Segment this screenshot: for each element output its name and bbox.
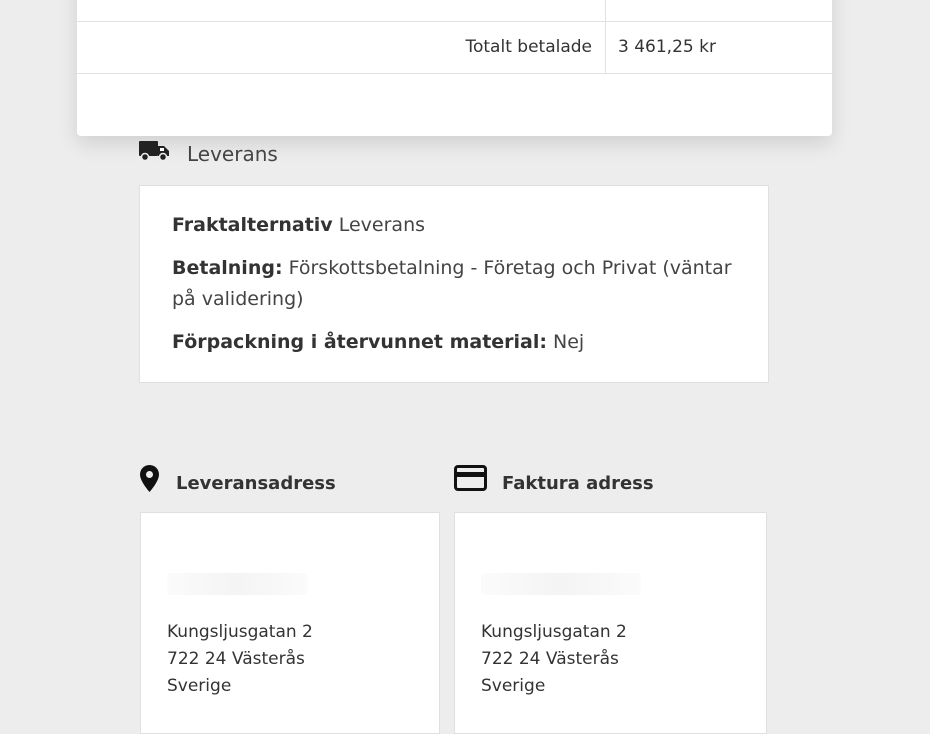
shipping-street: Kungsljusgatan 2 xyxy=(167,622,313,642)
shipping-option: Fraktalternativ Leverans xyxy=(172,210,752,241)
shipping-address-card: Kungsljusgatan 2 722 24 Västerås Sverige xyxy=(140,512,440,734)
location-pin-icon xyxy=(140,464,159,492)
payment-label: Betalning: xyxy=(172,257,283,279)
billing-address-lines: Kungsljusgatan 2 722 24 Västerås Sverige xyxy=(481,619,627,700)
billing-address-header: Faktura adress xyxy=(454,462,654,494)
shipping-address-title: Leveransadress xyxy=(176,472,336,494)
total-label: Totalt betalade xyxy=(465,37,593,57)
recycled-packaging: Förpackning i återvunnet material: Nej xyxy=(172,327,752,358)
order-summary-card: inkl. moms 692,25 kr Totalt betalade 3 4… xyxy=(77,0,832,136)
delivery-section-header: Leverans xyxy=(139,136,278,166)
packaging-label: Förpackning i återvunnet material: xyxy=(172,331,547,353)
credit-card-icon xyxy=(454,465,487,491)
shipping-postal: 722 24 Västerås xyxy=(167,649,305,669)
delivery-info-card: Fraktalternativ Leverans Betalning: Förs… xyxy=(139,185,769,383)
redacted-recipient-name xyxy=(167,573,307,595)
shipping-value: Leverans xyxy=(338,214,426,236)
shipping-address-lines: Kungsljusgatan 2 722 24 Västerås Sverige xyxy=(167,619,313,700)
delivery-title: Leverans xyxy=(187,142,278,166)
summary-row-total: Totalt betalade 3 461,25 kr xyxy=(77,22,832,74)
shipping-country: Sverige xyxy=(167,676,232,696)
billing-address-title: Faktura adress xyxy=(502,472,654,494)
column-divider xyxy=(605,0,606,21)
billing-street: Kungsljusgatan 2 xyxy=(481,622,627,642)
column-divider xyxy=(605,22,606,73)
packaging-value: Nej xyxy=(553,331,585,353)
billing-postal: 722 24 Västerås xyxy=(481,649,619,669)
shipping-address-header: Leveransadress xyxy=(140,462,336,494)
payment-method: Betalning: Förskottsbetalning - Företag … xyxy=(172,253,752,315)
billing-address-card: Kungsljusgatan 2 722 24 Västerås Sverige xyxy=(454,512,767,734)
vat-value: 692,25 kr xyxy=(618,0,700,16)
vat-label: inkl. moms xyxy=(499,0,592,16)
total-value: 3 461,25 kr xyxy=(618,37,716,57)
billing-country: Sverige xyxy=(481,676,546,696)
shipping-label: Fraktalternativ xyxy=(172,214,333,236)
redacted-billing-name xyxy=(481,573,641,595)
summary-row-vat: inkl. moms 692,25 kr xyxy=(77,0,832,22)
truck-icon xyxy=(139,139,170,163)
